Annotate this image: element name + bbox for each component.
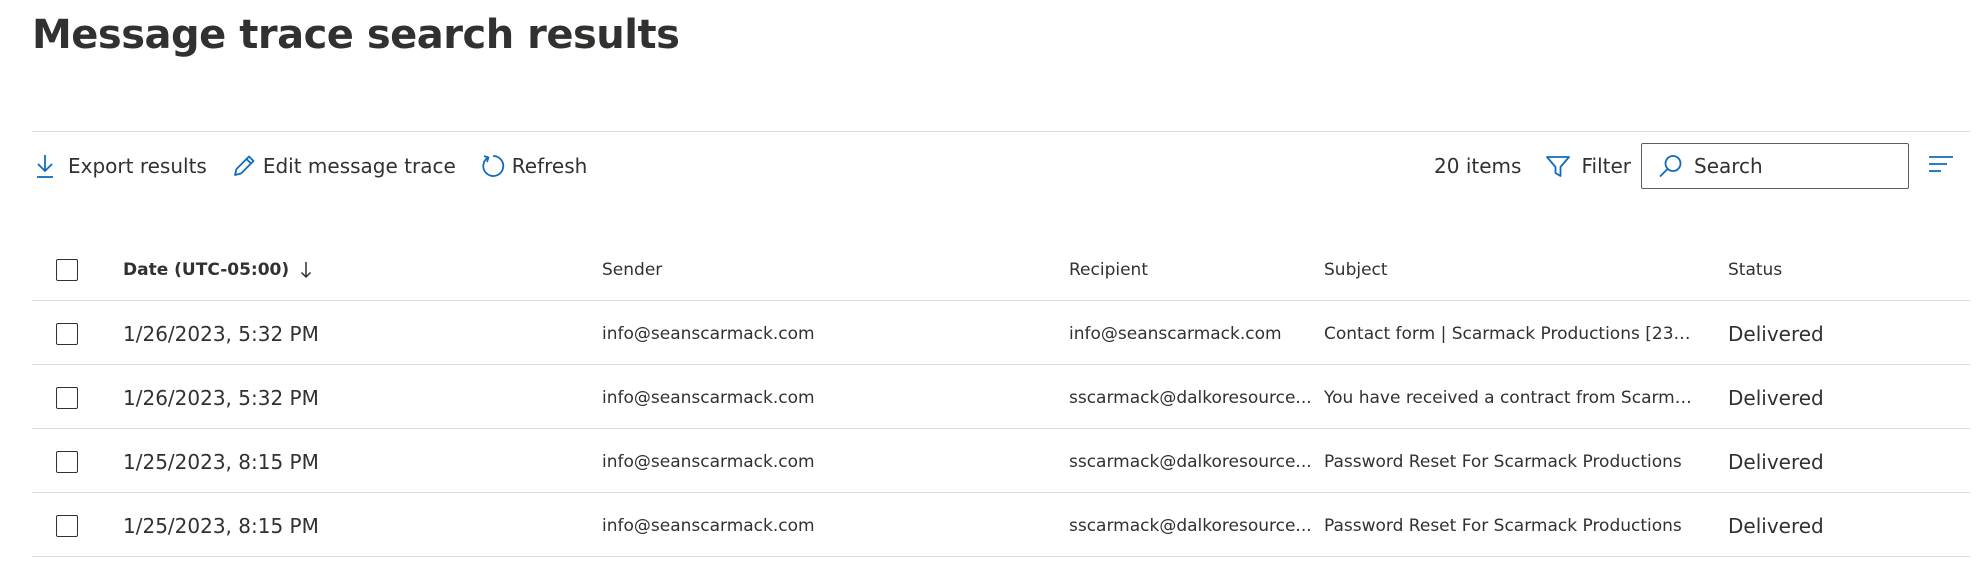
cell-date-text: 1/25/2023, 8:15 PM (123, 449, 319, 474)
edit-message-trace-label: Edit message trace (262, 154, 456, 178)
cell-sender: info@seanscarmack.com (602, 301, 1042, 364)
cell-date: 1/25/2023, 8:15 PM (123, 493, 583, 556)
table-header-row: Date (UTC-05:00) Sender Recipient Subjec… (32, 240, 1970, 301)
refresh-icon (480, 153, 506, 179)
cell-recipient-text: sscarmack@dalkoresource... (1069, 451, 1312, 472)
cell-date-text: 1/26/2023, 5:32 PM (123, 321, 319, 346)
row-checkbox[interactable] (56, 322, 78, 345)
cell-recipient-text: info@seanscarmack.com (1069, 323, 1282, 344)
column-header-subject-label: Subject (1324, 260, 1388, 280)
column-header-subject[interactable]: Subject (1324, 240, 1694, 300)
table-row[interactable]: 1/26/2023, 5:32 PM info@seanscarmack.com… (32, 365, 1970, 429)
row-checkbox-cell (56, 365, 96, 428)
cell-recipient-text: sscarmack@dalkoresource... (1069, 515, 1312, 536)
column-header-date-label: Date (UTC-05:00) (123, 260, 290, 280)
filter-button[interactable]: Filter (1545, 153, 1631, 179)
row-checkbox-cell (56, 301, 96, 364)
sort-descending-icon (299, 260, 313, 280)
cell-subject: Password Reset For Scarmack Productions (1324, 493, 1694, 556)
search-input[interactable]: Search (1641, 143, 1909, 189)
page-title: Message trace search results (32, 12, 680, 58)
message-trace-page: Message trace search results Export resu… (0, 0, 1977, 567)
row-checkbox[interactable] (56, 386, 78, 409)
cell-status: Delivered (1728, 429, 1948, 492)
select-all-checkbox[interactable] (56, 259, 78, 281)
cell-sender: info@seanscarmack.com (602, 493, 1042, 556)
cell-subject-text: Contact form | Scarmack Productions [239… (1324, 323, 1694, 344)
download-icon (32, 153, 58, 179)
funnel-icon (1545, 153, 1571, 179)
header-checkbox-cell (56, 240, 96, 300)
row-checkbox-cell (56, 429, 96, 492)
cell-date: 1/26/2023, 5:32 PM (123, 301, 583, 364)
cell-status-text: Delivered (1728, 449, 1824, 474)
cell-status: Delivered (1728, 493, 1948, 556)
cell-subject: Contact form | Scarmack Productions [239… (1324, 301, 1694, 364)
cell-subject: You have received a contract from Scarma… (1324, 365, 1694, 428)
column-header-date[interactable]: Date (UTC-05:00) (123, 240, 583, 300)
column-header-sender-label: Sender (602, 260, 663, 280)
column-header-status[interactable]: Status (1728, 240, 1948, 300)
column-header-status-label: Status (1728, 260, 1783, 280)
group-list-button[interactable] (1925, 150, 1957, 182)
cell-date-text: 1/26/2023, 5:32 PM (123, 385, 319, 410)
cell-status-text: Delivered (1728, 321, 1824, 346)
search-icon (1658, 153, 1684, 179)
item-count: 20 items (1434, 154, 1522, 178)
cell-recipient: sscarmack@dalkoresource... (1069, 493, 1319, 556)
cell-sender-text: info@seanscarmack.com (602, 451, 815, 472)
cell-date: 1/26/2023, 5:32 PM (123, 365, 583, 428)
row-checkbox[interactable] (56, 450, 78, 473)
pencil-icon (231, 153, 257, 179)
cell-sender: info@seanscarmack.com (602, 429, 1042, 492)
cell-status: Delivered (1728, 365, 1948, 428)
cell-subject-text: Password Reset For Scarmack Productions (1324, 451, 1682, 472)
export-results-button[interactable]: Export results (32, 148, 207, 184)
cell-date-text: 1/25/2023, 8:15 PM (123, 513, 319, 538)
cell-recipient-text: sscarmack@dalkoresource... (1069, 387, 1312, 408)
column-header-recipient[interactable]: Recipient (1069, 240, 1319, 300)
cell-subject-text: You have received a contract from Scarma… (1324, 387, 1694, 408)
row-checkbox[interactable] (56, 514, 78, 537)
refresh-button[interactable]: Refresh (480, 148, 588, 184)
cell-subject-text: Password Reset For Scarmack Productions (1324, 515, 1682, 536)
table-row[interactable]: 1/26/2023, 5:32 PM info@seanscarmack.com… (32, 301, 1970, 365)
cell-recipient: sscarmack@dalkoresource... (1069, 429, 1319, 492)
cell-sender-text: info@seanscarmack.com (602, 515, 815, 536)
command-bar: Export results Edit message trace Refres… (32, 148, 611, 184)
row-checkbox-cell (56, 493, 96, 556)
edit-message-trace-button[interactable]: Edit message trace (231, 148, 456, 184)
column-header-sender[interactable]: Sender (602, 240, 1042, 300)
cell-status-text: Delivered (1728, 385, 1824, 410)
cell-date: 1/25/2023, 8:15 PM (123, 429, 583, 492)
group-list-icon (1927, 154, 1955, 178)
export-results-label: Export results (68, 154, 207, 178)
table-row[interactable]: 1/25/2023, 8:15 PM info@seanscarmack.com… (32, 493, 1970, 557)
table-row[interactable]: 1/25/2023, 8:15 PM info@seanscarmack.com… (32, 429, 1970, 493)
command-bar-right: 20 items Filter Search (1434, 142, 1957, 190)
cell-recipient: sscarmack@dalkoresource... (1069, 365, 1319, 428)
cell-status-text: Delivered (1728, 513, 1824, 538)
cell-sender: info@seanscarmack.com (602, 365, 1042, 428)
search-placeholder: Search (1694, 154, 1763, 178)
title-divider (32, 131, 1970, 132)
cell-subject: Password Reset For Scarmack Productions (1324, 429, 1694, 492)
cell-recipient: info@seanscarmack.com (1069, 301, 1319, 364)
refresh-label: Refresh (511, 154, 588, 178)
results-table: Date (UTC-05:00) Sender Recipient Subjec… (32, 240, 1970, 557)
cell-status: Delivered (1728, 301, 1948, 364)
cell-sender-text: info@seanscarmack.com (602, 323, 815, 344)
column-header-recipient-label: Recipient (1069, 260, 1148, 280)
cell-sender-text: info@seanscarmack.com (602, 387, 815, 408)
filter-label: Filter (1581, 154, 1631, 178)
